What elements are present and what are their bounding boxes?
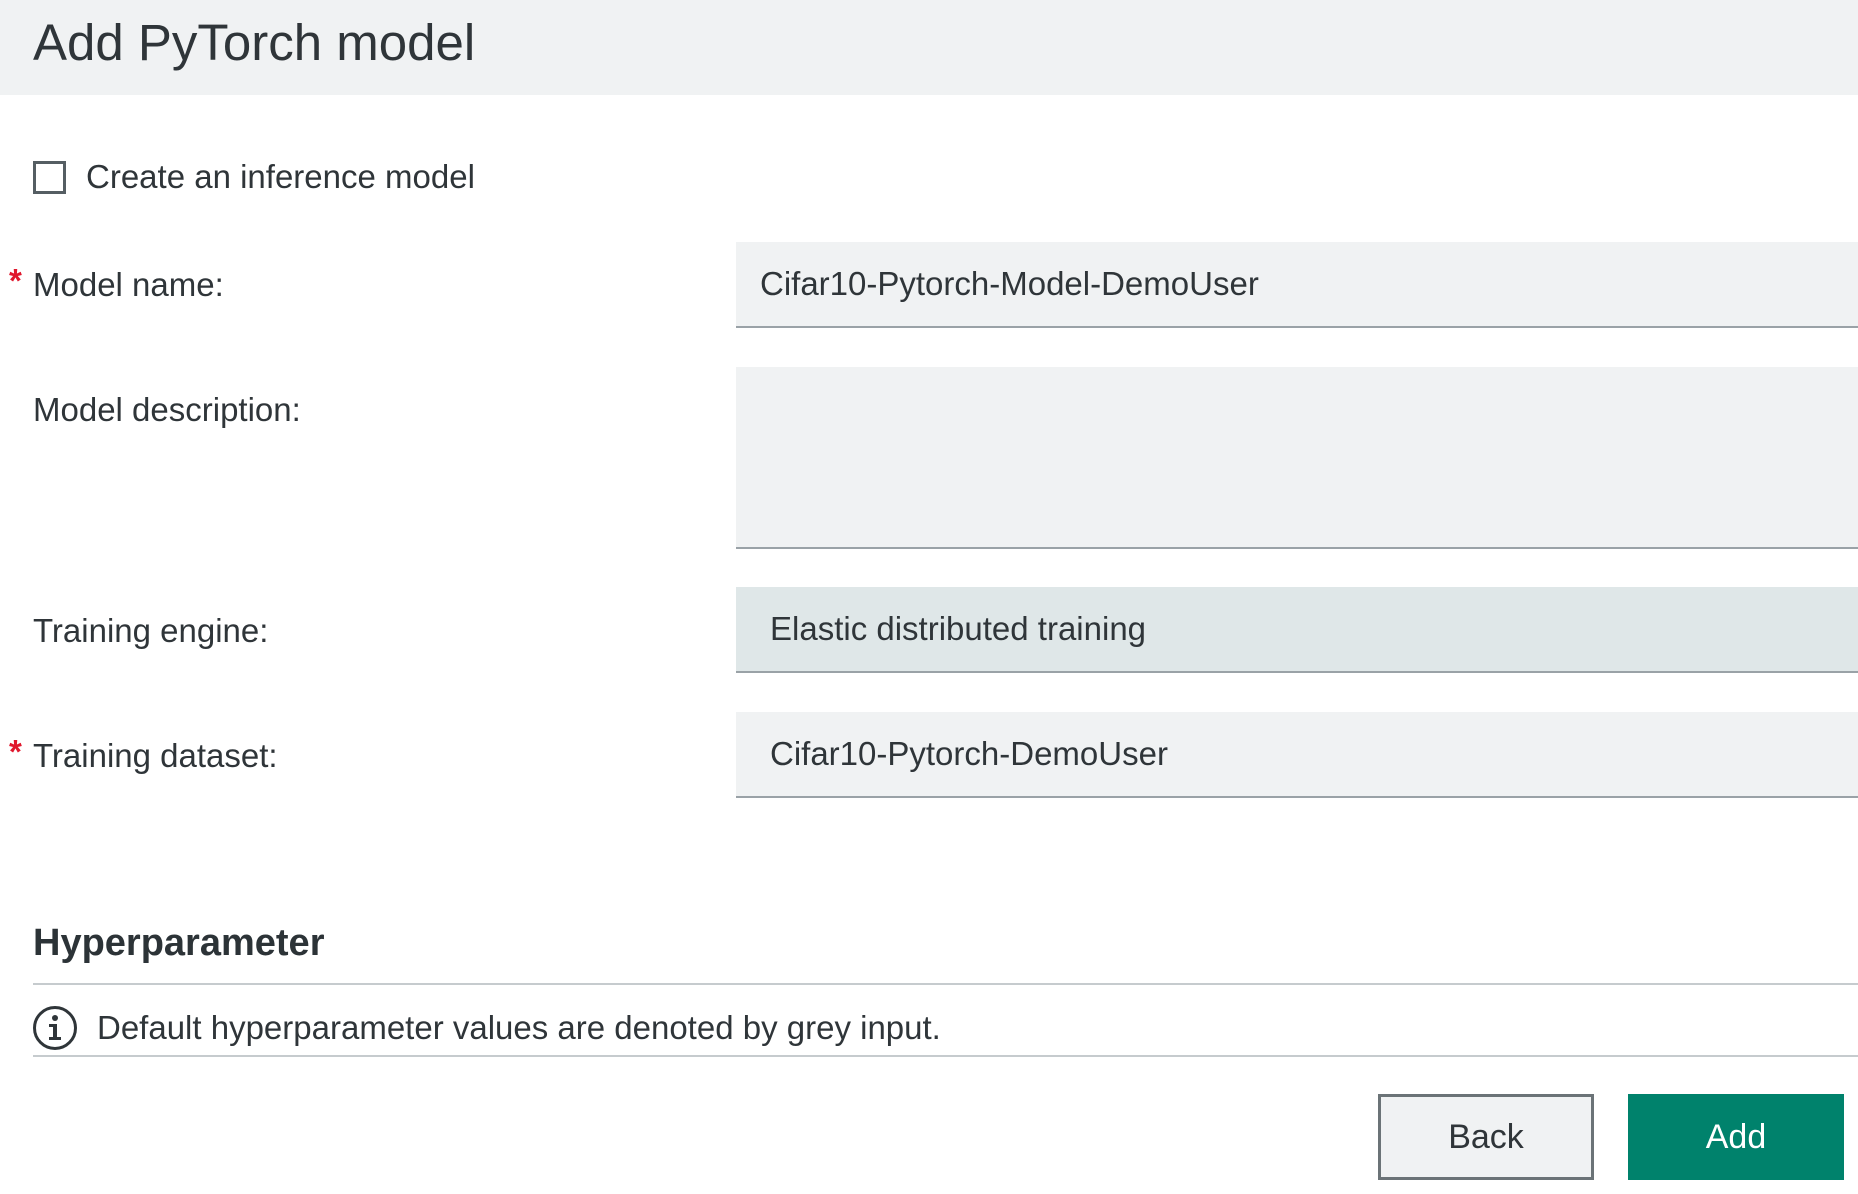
page-title: Add PyTorch model [33, 14, 476, 71]
hyperparameter-heading: Hyperparameter [33, 922, 325, 964]
inference-model-label[interactable]: Create an inference model [86, 158, 475, 196]
training-engine-value: Elastic distributed training [770, 610, 1147, 647]
info-divider [33, 1055, 1858, 1057]
info-icon [33, 1006, 77, 1050]
training-dataset-required-marker: * [9, 733, 22, 770]
training-engine-label: Training engine: [33, 612, 269, 649]
hyperparameter-info: Default hyperparameter values are denote… [33, 1006, 941, 1050]
model-description-textarea[interactable] [736, 367, 1858, 549]
model-name-input[interactable]: Cifar10-Pytorch-Model-DemoUser [736, 242, 1858, 328]
inference-model-option[interactable]: Create an inference model [33, 158, 475, 196]
model-name-required-marker: * [9, 262, 22, 299]
training-dataset-label: Training dataset: [33, 737, 278, 774]
section-divider [33, 983, 1858, 985]
back-button[interactable]: Back [1378, 1094, 1594, 1180]
hyperparameter-info-text: Default hyperparameter values are denote… [97, 1009, 941, 1046]
page-header: Add PyTorch model [0, 0, 1858, 95]
training-engine-field: Elastic distributed training [736, 587, 1858, 673]
model-description-label: Model description: [33, 391, 301, 428]
model-name-label: Model name: [33, 266, 224, 303]
model-name-value: Cifar10-Pytorch-Model-DemoUser [760, 265, 1259, 302]
training-dataset-select[interactable]: Cifar10-Pytorch-DemoUser [736, 712, 1858, 798]
training-dataset-value: Cifar10-Pytorch-DemoUser [770, 735, 1168, 772]
inference-model-checkbox[interactable] [33, 160, 66, 194]
add-button[interactable]: Add [1628, 1094, 1844, 1180]
